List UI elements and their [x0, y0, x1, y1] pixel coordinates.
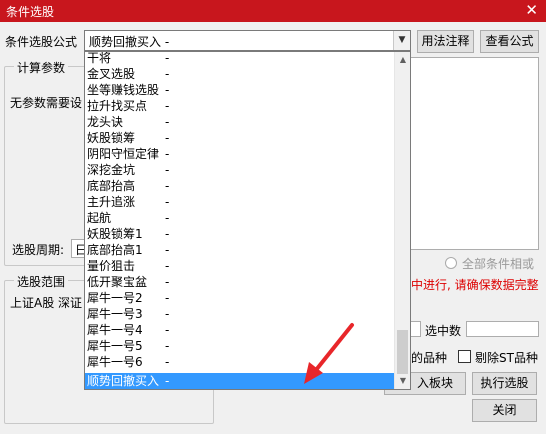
- dropdown-item[interactable]: 顺势回撤买入 -: [85, 373, 395, 389]
- dropdown-item-name: 起航: [87, 211, 112, 225]
- dropdown-item[interactable]: 拉升找买点 -: [85, 98, 395, 114]
- all-conditions-radio[interactable]: [445, 257, 457, 269]
- dropdown-item-name: 阴阳守恒定律: [87, 147, 160, 161]
- dropdown-item-name: 底部抬高: [87, 179, 136, 193]
- dropdown-item-suffix: -: [165, 275, 170, 289]
- formula-description[interactable]: [409, 57, 539, 250]
- all-conditions-label: 全部条件相或: [462, 257, 535, 271]
- scroll-thumb[interactable]: [397, 330, 408, 374]
- dropdown-item-suffix: -: [165, 323, 170, 337]
- dropdown-item-name: 妖股锁筹1: [87, 227, 143, 241]
- title-bar: 条件选股 ✕: [0, 0, 546, 22]
- window-title: 条件选股: [6, 5, 55, 19]
- scroll-down-icon[interactable]: ▼: [395, 373, 410, 389]
- exclude-st-checkbox[interactable]: [458, 350, 471, 363]
- execute-button[interactable]: 执行选股: [472, 372, 537, 395]
- close-icon[interactable]: ✕: [525, 1, 538, 19]
- dropdown-item-name: 犀牛一号3: [87, 307, 143, 321]
- dropdown-item-suffix: -: [165, 355, 170, 369]
- dropdown-item-name: 坐等赚钱选股: [87, 83, 160, 97]
- dropdown-item[interactable]: 阴阳守恒定律 -: [85, 146, 395, 162]
- dropdown-item-suffix: -: [165, 259, 170, 273]
- calc-params-title: 计算参数: [14, 59, 69, 76]
- dropdown-item-name: 深挖金坑: [87, 163, 136, 177]
- dropdown-item-name: 犀牛一号2: [87, 291, 143, 305]
- dropdown-item[interactable]: 龙头诀 -: [85, 114, 395, 130]
- stock-range-items[interactable]: 上证A股 深证: [10, 294, 82, 311]
- period-label: 选股周期:: [12, 243, 65, 257]
- dropdown-item-name: 拉升找买点: [87, 99, 148, 113]
- dropdown-item[interactable]: 底部抬高1 -: [85, 242, 395, 258]
- dropdown-item-name: 量价狙击: [87, 259, 136, 273]
- dropdown-item-name: 底部抬高1: [87, 243, 143, 257]
- dropdown-item[interactable]: 起航 -: [85, 210, 395, 226]
- dropdown-item[interactable]: 深挖金坑 -: [85, 162, 395, 178]
- dropdown-item-suffix: -: [165, 147, 170, 161]
- dropdown-item-name: 干将: [87, 51, 112, 65]
- dropdown-item-suffix: -: [165, 307, 170, 321]
- dropdown-item[interactable]: 干将 -: [85, 51, 395, 66]
- dropdown-item-name: 金叉选股: [87, 67, 136, 81]
- dropdown-scrollbar[interactable]: ▲ ▼: [394, 52, 410, 389]
- dropdown-item[interactable]: 犀牛一号6 -: [85, 354, 395, 370]
- dropdown-item-suffix: -: [165, 195, 170, 209]
- add-to-block-label: 入板块: [416, 376, 453, 390]
- usage-note-button[interactable]: 用法注释: [417, 30, 474, 53]
- dropdown-item[interactable]: 犀牛一号5 -: [85, 338, 395, 354]
- formula-dropdown-list[interactable]: 干将 - 金叉选股 - 坐等赚钱选股 - 拉升找买点 - 龙头诀 - 妖股锁筹 - 阴阳守恒定律 - 深挖金…: [84, 51, 411, 390]
- formula-select-value: 顺势回撤买入 -: [89, 35, 170, 49]
- dropdown-item-name: 犀牛一号5: [87, 339, 143, 353]
- dropdown-item-name: 低开聚宝盆: [87, 275, 148, 289]
- no-params-text: 无参数需要设: [10, 96, 83, 110]
- dropdown-item-suffix: -: [165, 291, 170, 305]
- dropdown-item-suffix: -: [165, 83, 170, 97]
- kind-label: 的品种: [411, 351, 448, 365]
- dropdown-item[interactable]: 量价狙击 -: [85, 258, 395, 274]
- selected-count-field: [466, 321, 539, 337]
- dropdown-item-name: 龙头诀: [87, 115, 124, 129]
- dropdown-item[interactable]: 坐等赚钱选股 -: [85, 82, 395, 98]
- dropdown-item-suffix: -: [165, 211, 170, 225]
- dropdown-item-suffix: -: [165, 163, 170, 177]
- dropdown-item-suffix: -: [165, 115, 170, 129]
- dropdown-item[interactable]: 主升追涨 -: [85, 194, 395, 210]
- exclude-st-label: 剔除ST品种: [475, 351, 538, 365]
- data-notice: 中进行, 请确保数据完整: [411, 278, 539, 292]
- dropdown-item-suffix: -: [165, 179, 170, 193]
- dropdown-item-suffix: -: [165, 227, 170, 241]
- dropdown-item[interactable]: 金叉选股 -: [85, 66, 395, 82]
- dropdown-item-name: 顺势回撤买入: [87, 374, 160, 388]
- dropdown-item[interactable]: 犀牛一号3 -: [85, 306, 395, 322]
- stock-range-title: 选股范围: [14, 273, 69, 290]
- dropdown-item-name: 犀牛一号6: [87, 355, 143, 369]
- dropdown-item-suffix: -: [165, 243, 170, 257]
- close-button[interactable]: 关闭: [472, 399, 537, 422]
- scroll-up-icon[interactable]: ▲: [395, 52, 410, 68]
- formula-label: 条件选股公式: [5, 35, 78, 49]
- dropdown-item[interactable]: 妖股锁筹1 -: [85, 226, 395, 242]
- selected-count-label: 选中数: [425, 324, 462, 338]
- dropdown-item-suffix: -: [165, 131, 170, 145]
- dropdown-item-suffix: -: [165, 374, 170, 388]
- dropdown-item[interactable]: 犀牛一号2 -: [85, 290, 395, 306]
- dropdown-item-suffix: -: [165, 51, 170, 65]
- formula-select[interactable]: 顺势回撤买入 - ▼: [84, 30, 411, 51]
- dropdown-item-suffix: -: [165, 99, 170, 113]
- dropdown-item-name: 主升追涨: [87, 195, 136, 209]
- dropdown-item[interactable]: 妖股锁筹 -: [85, 130, 395, 146]
- dropdown-item[interactable]: 低开聚宝盆 -: [85, 274, 395, 290]
- dropdown-item-suffix: -: [165, 339, 170, 353]
- view-formula-button[interactable]: 查看公式: [480, 30, 539, 53]
- dropdown-item-name: 妖股锁筹: [87, 131, 136, 145]
- dropdown-item[interactable]: 犀牛一号4 -: [85, 322, 395, 338]
- dropdown-item-name: 犀牛一号4: [87, 323, 143, 337]
- dropdown-item[interactable]: 底部抬高 -: [85, 178, 395, 194]
- chevron-down-icon[interactable]: ▼: [393, 31, 410, 50]
- dropdown-item-suffix: -: [165, 67, 170, 81]
